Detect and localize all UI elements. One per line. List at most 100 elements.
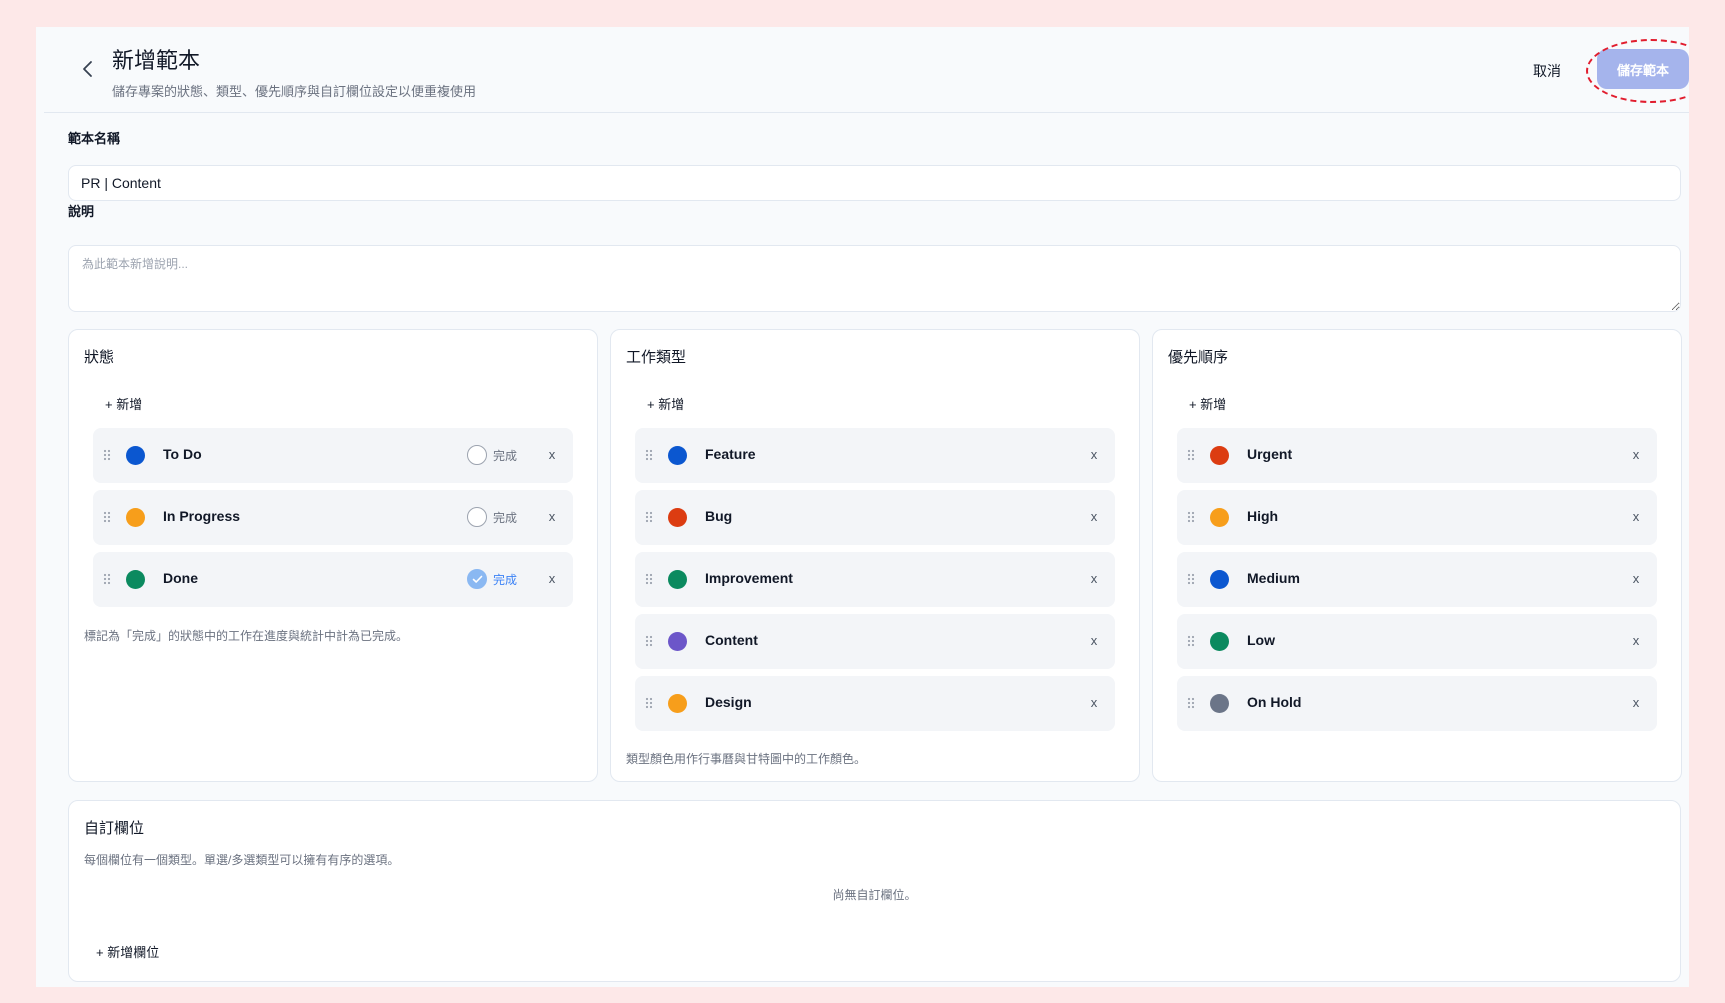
remove-priority-button[interactable]: x	[1629, 445, 1643, 465]
status-item: Done 完成 x	[93, 552, 573, 607]
status-panel: 狀態 + 新增 To Do 完成 x In Progress 完成 x Done 完成 x 標記…	[68, 329, 598, 782]
priority-panel-title: 優先順序	[1168, 349, 1229, 366]
add-custom-field-button[interactable]: + 新增欄位	[96, 942, 159, 961]
priority-item-label[interactable]: Low	[1247, 632, 1275, 648]
remove-type-button[interactable]: x	[1087, 631, 1101, 651]
priority-item-label[interactable]: Medium	[1247, 570, 1300, 586]
done-toggle[interactable]: 完成	[467, 507, 517, 527]
custom-fields-empty-state: 尚無自訂欄位。	[832, 888, 917, 902]
custom-fields-description: 每個欄位有一個類型。單選/多選類型可以擁有有序的選項。	[84, 853, 400, 867]
radio-circle-icon	[467, 507, 487, 527]
drag-handle-icon[interactable]	[645, 510, 653, 528]
page-header: 新增範本 儲存專案的狀態、類型、優先順序與自訂欄位設定以便重複使用 取消 儲存範…	[44, 27, 1689, 113]
remove-priority-button[interactable]: x	[1629, 631, 1643, 651]
drag-handle-icon[interactable]	[1187, 572, 1195, 590]
back-button[interactable]	[74, 55, 102, 83]
drag-handle-icon[interactable]	[103, 572, 111, 590]
priority-item: High x	[1177, 490, 1657, 545]
drag-handle-icon[interactable]	[1187, 448, 1195, 466]
add-priority-button[interactable]: + 新增	[1189, 394, 1226, 413]
type-item-label[interactable]: Content	[705, 632, 758, 648]
type-item: Content x	[635, 614, 1115, 669]
template-name-input[interactable]	[68, 165, 1681, 201]
type-color-swatch[interactable]	[668, 694, 687, 713]
remove-priority-button[interactable]: x	[1629, 507, 1643, 527]
drag-handle-icon[interactable]	[1187, 696, 1195, 714]
priority-item: Low x	[1177, 614, 1657, 669]
type-item-label[interactable]: Feature	[705, 446, 756, 462]
remove-status-button[interactable]: x	[545, 569, 559, 589]
drag-handle-icon[interactable]	[645, 696, 653, 714]
priority-color-swatch[interactable]	[1210, 694, 1229, 713]
priority-item-label[interactable]: On Hold	[1247, 694, 1301, 710]
type-item: Improvement x	[635, 552, 1115, 607]
add-status-button[interactable]: + 新增	[105, 394, 142, 413]
template-name-label: 範本名稱	[68, 131, 121, 146]
remove-priority-button[interactable]: x	[1629, 693, 1643, 713]
type-item-label[interactable]: Bug	[705, 508, 732, 524]
status-item-label[interactable]: Done	[163, 570, 198, 586]
done-toggle[interactable]: 完成	[467, 445, 517, 465]
type-item-label[interactable]: Improvement	[705, 570, 793, 586]
status-item-label[interactable]: In Progress	[163, 508, 240, 524]
priority-color-swatch[interactable]	[1210, 632, 1229, 651]
drag-handle-icon[interactable]	[1187, 634, 1195, 652]
page-subtitle: 儲存專案的狀態、類型、優先順序與自訂欄位設定以便重複使用	[112, 84, 477, 99]
status-color-swatch[interactable]	[126, 570, 145, 589]
done-label: 完成	[493, 510, 518, 525]
type-item-label[interactable]: Design	[705, 694, 752, 710]
priority-item: Medium x	[1177, 552, 1657, 607]
remove-priority-button[interactable]: x	[1629, 569, 1643, 589]
priority-list: Urgent x High x Medium x Low x On Hold x	[1177, 428, 1657, 738]
status-note: 標記為「完成」的狀態中的工作在進度與統計中計為已完成。	[84, 629, 409, 643]
priority-item-label[interactable]: Urgent	[1247, 446, 1292, 462]
priority-color-swatch[interactable]	[1210, 446, 1229, 465]
status-color-swatch[interactable]	[126, 508, 145, 527]
type-item: Feature x	[635, 428, 1115, 483]
status-list: To Do 完成 x In Progress 完成 x Done 完成 x	[93, 428, 573, 614]
save-template-button[interactable]: 儲存範本	[1597, 49, 1689, 89]
custom-fields-panel: 自訂欄位 每個欄位有一個類型。單選/多選類型可以擁有有序的選項。 尚無自訂欄位。…	[68, 800, 1681, 982]
custom-fields-title: 自訂欄位	[84, 820, 145, 837]
done-label: 完成	[493, 572, 518, 587]
drag-handle-icon[interactable]	[103, 448, 111, 466]
drag-handle-icon[interactable]	[645, 634, 653, 652]
cancel-button[interactable]: 取消	[1533, 61, 1561, 81]
add-work-type-button[interactable]: + 新增	[647, 394, 684, 413]
remove-status-button[interactable]: x	[545, 507, 559, 527]
status-panel-title: 狀態	[84, 349, 115, 366]
chevron-left-icon	[83, 61, 92, 77]
status-color-swatch[interactable]	[126, 446, 145, 465]
remove-type-button[interactable]: x	[1087, 569, 1101, 589]
status-item: To Do 完成 x	[93, 428, 573, 483]
type-color-swatch[interactable]	[668, 508, 687, 527]
drag-handle-icon[interactable]	[1187, 510, 1195, 528]
priority-item: Urgent x	[1177, 428, 1657, 483]
done-label: 完成	[493, 448, 518, 463]
work-type-note: 類型顏色用作行事曆與甘特圖中的工作顏色。	[626, 752, 867, 766]
drag-handle-icon[interactable]	[103, 510, 111, 528]
type-color-swatch[interactable]	[668, 632, 687, 651]
work-type-list: Feature x Bug x Improvement x Content x Design x	[635, 428, 1115, 738]
remove-type-button[interactable]: x	[1087, 445, 1101, 465]
priority-item-label[interactable]: High	[1247, 508, 1278, 524]
type-color-swatch[interactable]	[668, 570, 687, 589]
check-icon	[467, 569, 487, 589]
description-label: 說明	[68, 204, 95, 219]
remove-type-button[interactable]: x	[1087, 507, 1101, 527]
remove-status-button[interactable]: x	[545, 445, 559, 465]
remove-type-button[interactable]: x	[1087, 693, 1101, 713]
type-item: Design x	[635, 676, 1115, 731]
status-item: In Progress 完成 x	[93, 490, 573, 545]
status-item-label[interactable]: To Do	[163, 446, 202, 462]
type-color-swatch[interactable]	[668, 446, 687, 465]
drag-handle-icon[interactable]	[645, 448, 653, 466]
description-textarea[interactable]	[68, 245, 1681, 312]
priority-item: On Hold x	[1177, 676, 1657, 731]
priority-color-swatch[interactable]	[1210, 570, 1229, 589]
priority-color-swatch[interactable]	[1210, 508, 1229, 527]
done-toggle[interactable]: 完成	[467, 569, 517, 589]
radio-circle-icon	[467, 445, 487, 465]
drag-handle-icon[interactable]	[645, 572, 653, 590]
template-editor: 新增範本 儲存專案的狀態、類型、優先順序與自訂欄位設定以便重複使用 取消 儲存範…	[36, 27, 1689, 987]
